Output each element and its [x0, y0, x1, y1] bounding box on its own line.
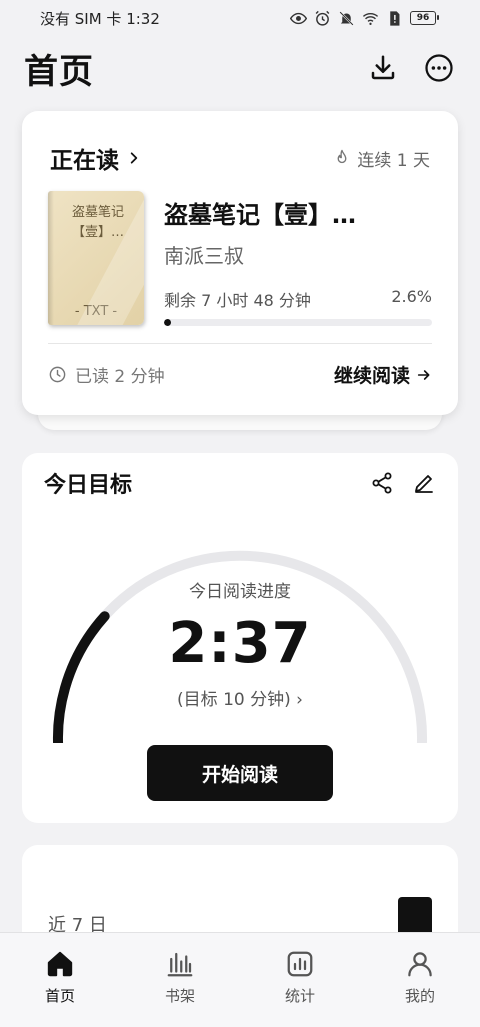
- more-button[interactable]: [422, 51, 456, 85]
- progress-fill: [164, 319, 171, 326]
- bottom-nav: 首页 书架 统计 我的: [0, 932, 480, 1027]
- bookshelf-icon: [167, 952, 193, 977]
- status-bar: 没有 SIM 卡 1:32 96: [0, 0, 480, 36]
- progress-percent: 2.6%: [391, 287, 432, 306]
- home-screen: 没有 SIM 卡 1:32 96 首页 正在读 连续 1 天 盗墓笔记【壹】… …: [0, 0, 480, 1027]
- chevron-right-icon: ›: [296, 690, 303, 710]
- cover-title: 盗墓笔记【壹】…: [71, 205, 124, 240]
- reading-streak: 连续 1 天: [333, 146, 430, 171]
- battery-indicator: 96: [410, 11, 439, 25]
- page-title: 首页: [24, 51, 94, 92]
- goal-target-text: (目标 10 分钟): [177, 690, 291, 710]
- read-time-text: 已读 2 分钟: [75, 367, 165, 387]
- nav-bookshelf[interactable]: 书架: [120, 933, 240, 1027]
- start-reading-button[interactable]: 开始阅读: [147, 745, 333, 801]
- more-icon: [425, 54, 453, 82]
- reading-card-footer: 已读 2 分钟 继续阅读: [48, 361, 432, 388]
- goal-header: 今日目标: [44, 467, 436, 499]
- eye-icon: [290, 12, 307, 24]
- cover-format: - TXT -: [74, 304, 118, 319]
- nav-profile[interactable]: 我的: [360, 933, 480, 1027]
- book-title: 盗墓笔记【壹】…: [164, 201, 356, 229]
- continue-reading-label: 继续阅读: [333, 365, 410, 387]
- remaining-time: 剩余 7 小时 48 分钟: [164, 291, 311, 310]
- edit-icon[interactable]: [412, 471, 436, 495]
- current-reading-card[interactable]: 正在读 连续 1 天 盗墓笔记【壹】… - TXT - 盗墓笔记【壹】… 南派三…: [22, 111, 458, 415]
- streak-text: 连续 1 天: [357, 150, 430, 171]
- nav-bookshelf-label: 书架: [164, 987, 195, 1005]
- status-icons: 96: [290, 10, 439, 27]
- nav-stats[interactable]: 统计: [240, 933, 360, 1027]
- goal-actions: [370, 471, 436, 495]
- wifi-icon: [362, 12, 379, 25]
- clock-icon: [49, 366, 66, 383]
- alarm-icon: [315, 10, 330, 26]
- download-button[interactable]: [366, 51, 400, 85]
- gauge-label: 今日阅读进度: [189, 582, 291, 602]
- goal-title: 今日目标: [44, 473, 133, 498]
- flame-icon: [337, 149, 347, 164]
- book-info: 盗墓笔记【壹】… 南派三叔: [164, 195, 432, 269]
- daily-goal-card: 今日目标 今日阅读进度 2:37 (目标 10 分钟) › 开始阅读: [22, 453, 458, 823]
- sim-alert-icon: [390, 10, 400, 26]
- chevron-right-icon: [130, 152, 138, 164]
- divider: [48, 343, 432, 344]
- stats-icon: [287, 951, 313, 977]
- book-progress-row: 剩余 7 小时 48 分钟 2.6%: [164, 287, 432, 311]
- nav-stats-label: 统计: [284, 987, 315, 1005]
- home-icon: [47, 951, 73, 977]
- book-cover[interactable]: 盗墓笔记【壹】… - TXT -: [48, 191, 144, 325]
- reading-card-header: 正在读 连续 1 天: [50, 141, 430, 175]
- page-header: 首页: [0, 36, 480, 100]
- header-actions: [366, 51, 456, 85]
- read-time: 已读 2 分钟: [48, 362, 165, 387]
- profile-icon: [408, 952, 432, 977]
- nav-home[interactable]: 首页: [0, 933, 120, 1027]
- progress-bar: [164, 319, 432, 326]
- download-icon: [371, 55, 395, 80]
- mute-bell-icon: [339, 10, 354, 26]
- nav-profile-label: 我的: [404, 987, 435, 1005]
- status-carrier-time: 没有 SIM 卡 1:32: [40, 9, 160, 28]
- gauge-value: 2:37: [168, 611, 312, 676]
- continue-reading-button[interactable]: 继续阅读: [334, 361, 432, 388]
- share-icon[interactable]: [370, 471, 394, 495]
- reading-section-link[interactable]: 正在读: [50, 141, 141, 175]
- reading-section-title: 正在读: [50, 148, 119, 174]
- book-author: 南派三叔: [164, 244, 244, 268]
- arrow-right-icon: [417, 369, 430, 380]
- goal-target-link[interactable]: (目标 10 分钟) ›: [22, 685, 458, 710]
- nav-home-label: 首页: [44, 987, 75, 1005]
